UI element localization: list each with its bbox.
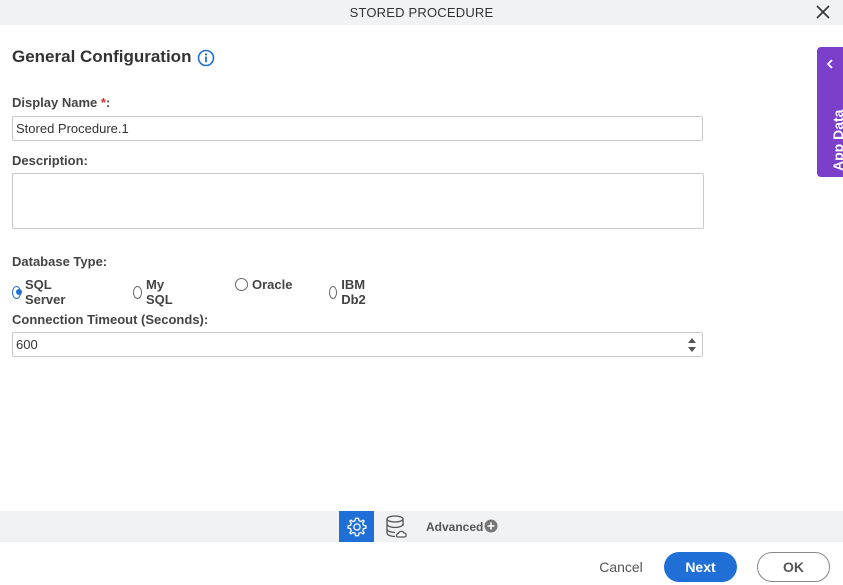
display-name-label: Display Name *: <box>12 95 110 110</box>
connection-timeout-value: 600 <box>16 337 38 352</box>
radio-oracle-label[interactable]: Oracle <box>252 277 292 292</box>
radio-ibm-db2-circle[interactable] <box>329 285 338 299</box>
display-name-label-text: Display Name <box>12 95 98 110</box>
description-textarea[interactable] <box>12 173 704 229</box>
radio-sql-server-label[interactable]: SQL Server <box>25 277 70 307</box>
cancel-button[interactable]: Cancel <box>588 553 654 581</box>
display-name-input[interactable]: Stored Procedure.1 <box>12 116 703 141</box>
radio-my-sql-circle[interactable] <box>133 285 142 299</box>
gear-icon <box>346 517 367 536</box>
close-icon[interactable] <box>815 4 831 20</box>
radio-sql-server[interactable]: SQL Server <box>12 277 69 307</box>
bottom-toolbar <box>0 511 843 542</box>
radio-my-sql-label[interactable]: My SQL <box>146 277 177 307</box>
radio-oracle-circle[interactable] <box>235 278 248 291</box>
chevron-left-icon[interactable] <box>825 59 835 69</box>
database-type-label: Database Type: <box>12 254 108 269</box>
radio-ibm-db2-label[interactable]: IBM Db2 <box>341 277 370 307</box>
radio-sql-server-circle[interactable] <box>12 285 22 299</box>
radio-my-sql[interactable]: My SQL <box>133 277 177 307</box>
info-icon[interactable] <box>197 49 215 67</box>
advanced-link[interactable]: Advanced <box>426 520 483 534</box>
section-title: General Configuration <box>12 47 192 66</box>
plus-circle-icon[interactable] <box>484 519 498 533</box>
next-button[interactable]: Next <box>664 552 737 582</box>
stepper-arrows-icon[interactable] <box>685 335 699 355</box>
display-name-label-suffix: : <box>105 95 111 110</box>
settings-tab-button[interactable] <box>339 511 374 542</box>
app-data-label[interactable]: App Data <box>830 110 843 171</box>
radio-oracle[interactable]: Oracle <box>235 277 292 292</box>
description-label: Description: <box>12 153 88 168</box>
radio-ibm-db2[interactable]: IBM Db2 <box>329 277 371 307</box>
ok-button[interactable]: OK <box>757 552 830 582</box>
window-title: STORED PROCEDURE <box>349 5 494 20</box>
app-data-tab[interactable]: App Data <box>817 47 843 177</box>
connection-timeout-input[interactable]: 600 <box>12 332 703 357</box>
database-icon[interactable] <box>383 513 411 541</box>
display-name-value: Stored Procedure.1 <box>16 121 129 136</box>
connection-timeout-label: Connection Timeout (Seconds): <box>12 312 209 327</box>
title-bar: STORED PROCEDURE <box>0 0 843 25</box>
